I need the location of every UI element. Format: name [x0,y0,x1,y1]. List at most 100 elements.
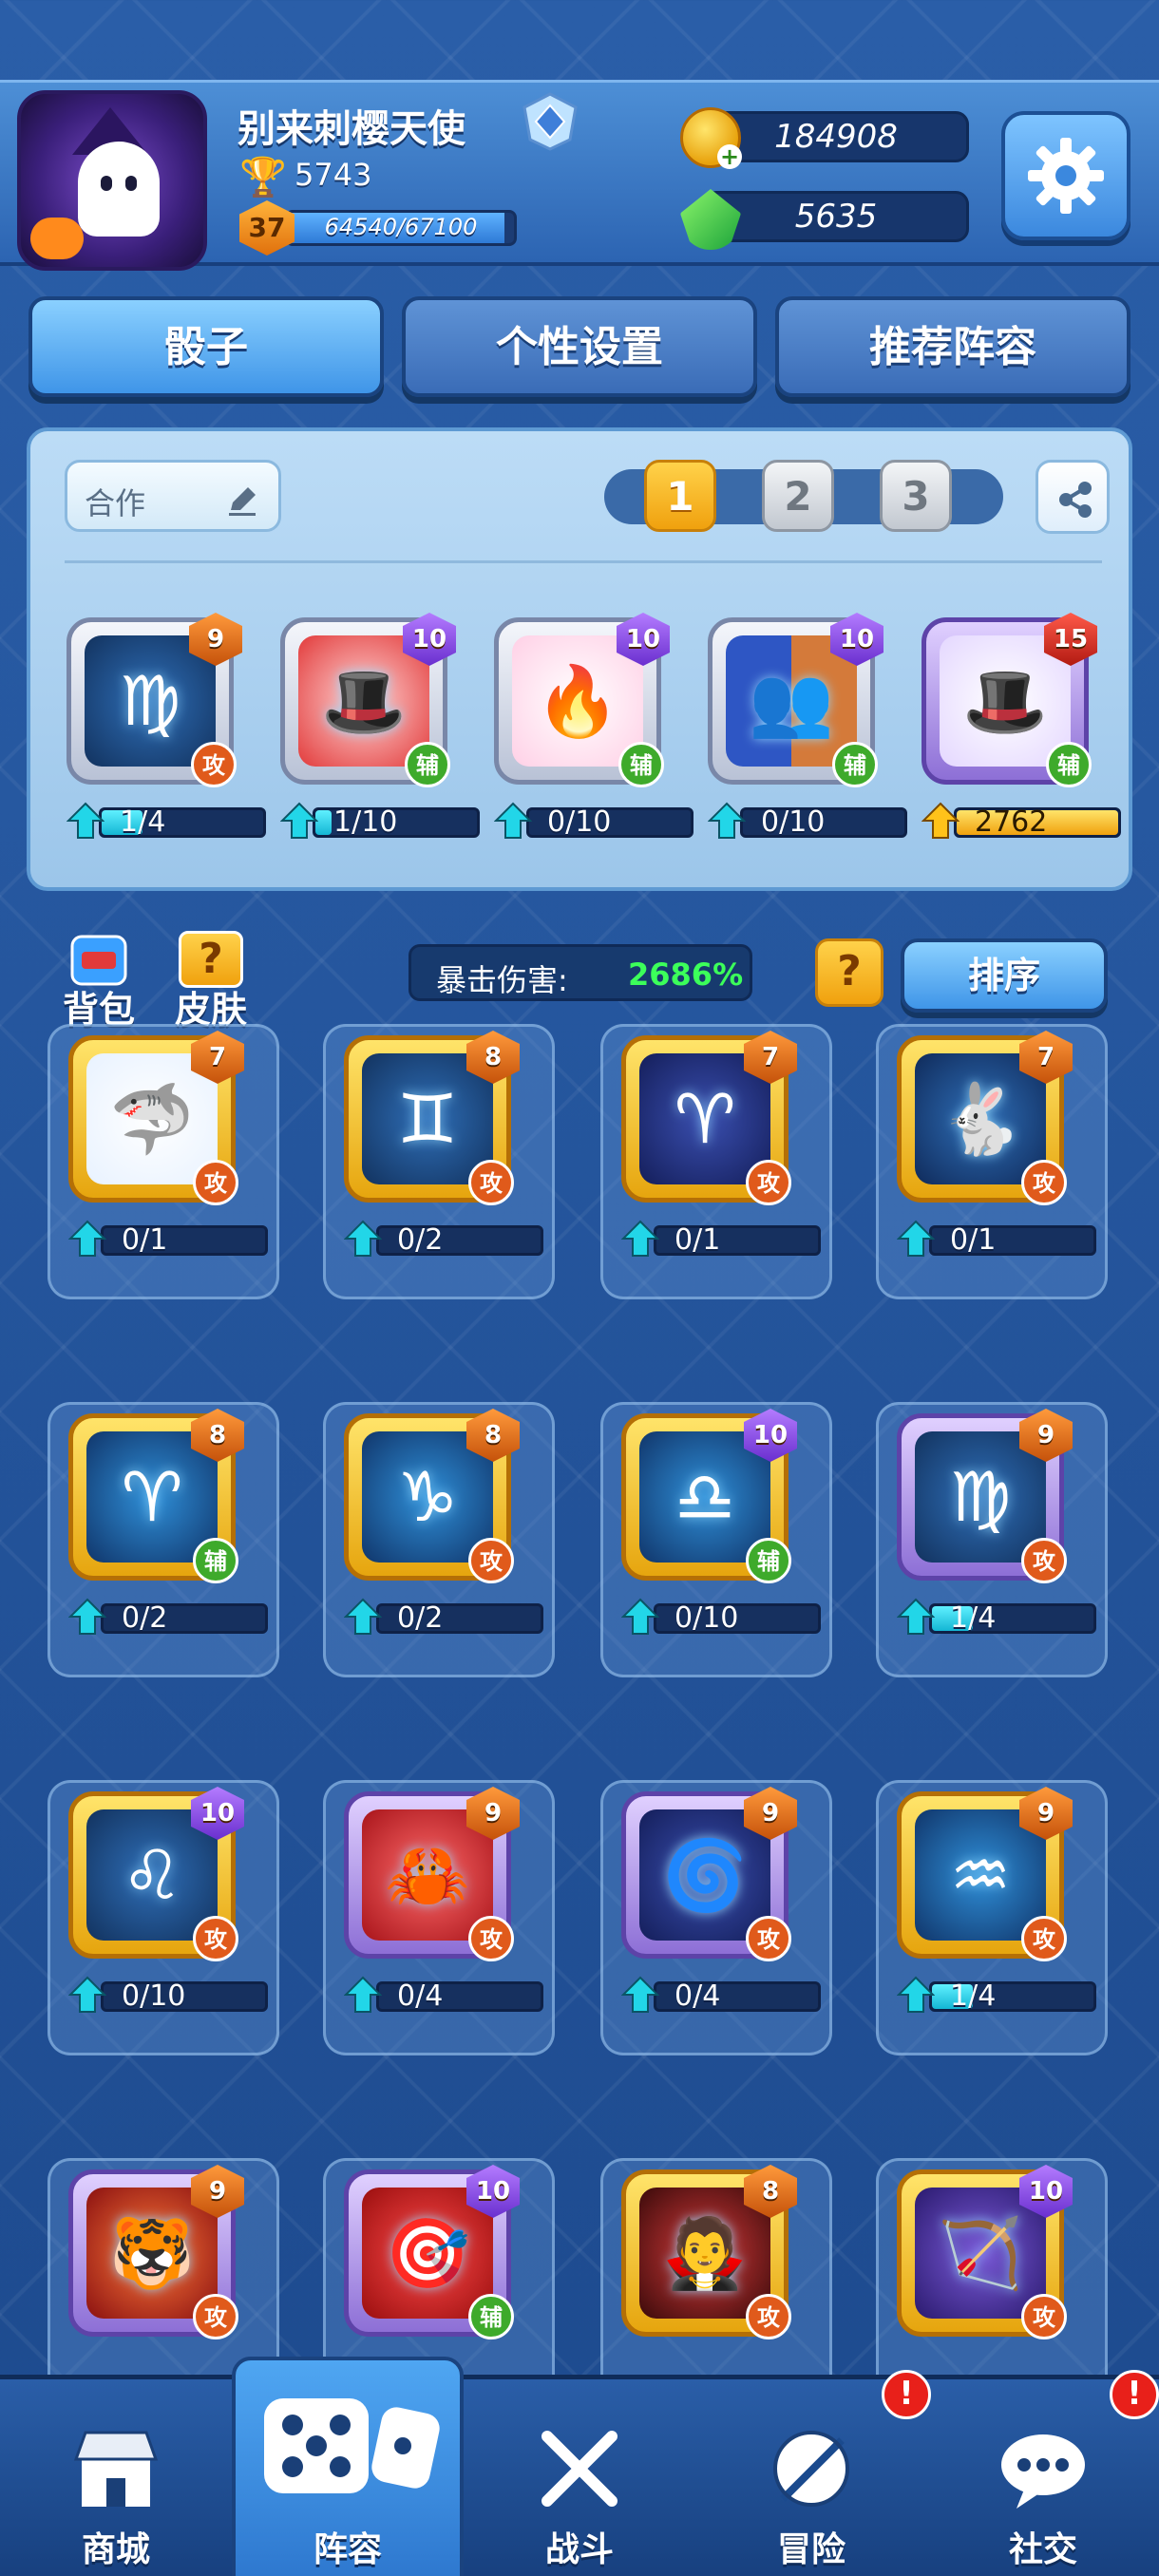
upgrade-progress: 0/4 [621,1976,821,2014]
dice-card[interactable]: ♊ 8 攻 0/2 [344,1031,543,1258]
deck-card[interactable]: 🎩 15 辅 2762 [922,613,1121,840]
deck-page-1[interactable]: 1 [644,460,716,532]
virgo-icon: ♍ [949,1457,1012,1537]
dice-card[interactable]: 🏹 10 攻 [897,2165,1083,2339]
bag-button[interactable]: 背包 [51,931,146,1031]
coin-icon[interactable]: + [680,107,742,169]
tab-dice[interactable]: 骰子 [28,296,384,397]
dice-card[interactable]: ♈ 8 辅 0/2 [68,1409,268,1636]
dice-role-badge: 攻 [193,1916,238,1961]
nav-shop[interactable]: 商城 [0,2379,232,2576]
deck-divider [65,560,1102,563]
upgrade-progress: 0/2 [68,1598,268,1636]
deck-name-field[interactable]: 合作 [65,460,281,532]
crit-damage-display: 暴击伤害: 2686% [408,944,752,1001]
upgrade-progress: 0/10 [708,802,907,840]
player-level-badge: 37 [239,200,294,256]
dice-icon [264,2398,440,2493]
rank-shield-icon[interactable] [521,92,580,151]
pencil-icon[interactable] [223,482,261,520]
dice-card[interactable]: ♍ 9 攻 1/4 [897,1409,1096,1636]
tab-recommended[interactable]: 推荐阵容 [775,296,1130,397]
dice-card[interactable]: ♑ 8 攻 0/2 [344,1409,543,1636]
tab-personalize[interactable]: 个性设置 [402,296,757,397]
deck-name-text: 合作 [85,485,146,521]
settings-button[interactable] [1001,111,1130,240]
upgrade-progress: 2762 [922,802,1121,840]
aries-icon: ♈ [674,1079,736,1159]
dice-card[interactable]: 🧛 8 攻 [621,2165,808,2339]
dice-card[interactable]: 🐯 9 攻 [68,2165,255,2339]
nav-social[interactable]: 社交 ! [927,2370,1159,2576]
top-hat-icon: 🎩 [321,660,407,741]
gemini-icon: ♊ [396,1079,459,1159]
backpack-icon [70,935,127,986]
shop-icon [73,2431,159,2507]
coin-counter: 184908 [703,111,969,162]
deck-card[interactable]: 🎩 10 辅 1/10 [280,613,480,840]
virgo-icon: ♍ [119,661,181,741]
deck-page-3[interactable]: 3 [880,460,952,532]
share-button[interactable] [1036,460,1110,534]
deck-card[interactable]: 🔥 10 辅 0/10 [494,613,694,840]
skin-button[interactable]: ? 皮肤 [163,931,258,1031]
dice-card[interactable]: ♎ 10 辅 0/10 [621,1409,821,1636]
dice-card[interactable]: 🦀 9 攻 0/4 [344,1787,543,2014]
trophy-count: 5743 [294,157,372,193]
dice-role-badge: 攻 [1021,1160,1067,1205]
deck-card[interactable]: 👥 10 辅 0/10 [708,613,907,840]
dice-frame: ♌ 10 攻 [68,1787,244,1961]
upgrade-progress: 0/2 [344,1598,543,1636]
upgrade-arrow-icon [897,1220,935,1257]
dice-frame: 🎩 10 辅 [280,613,456,787]
dice-card[interactable]: ♒ 9 攻 1/4 [897,1787,1096,2014]
sort-button[interactable]: 排序 [901,938,1108,1013]
dice-frame: 🏹 10 攻 [897,2165,1073,2339]
dice-frame: ♈ 7 攻 [621,1031,797,1205]
dice-card[interactable]: 🐇 7 攻 0/1 [897,1031,1096,1258]
dice-frame: 🐇 7 攻 [897,1031,1073,1205]
upgrade-arrow-icon [708,802,746,839]
notification-badge: ! [1110,2370,1159,2419]
dice-role-badge: 攻 [468,1916,514,1961]
magic-hat-icon: 🎩 [962,660,1048,741]
deck-card[interactable]: ♍ 9 攻 1/4 [66,613,266,840]
dice-card[interactable]: 🎯 10 辅 [344,2165,530,2339]
xp-text: 64540/67100 [324,214,478,240]
dice-card[interactable]: 🦈 7 攻 0/1 [68,1031,268,1258]
dice-frame: ♑ 8 攻 [344,1409,520,1583]
crossed-swords-icon [542,2431,618,2507]
dice-role-badge: 攻 [746,2294,791,2339]
dice-role-badge: 辅 [618,742,664,787]
dice-card[interactable]: ♈ 7 攻 0/1 [621,1031,821,1258]
add-coins-icon[interactable]: + [717,144,742,169]
nav-deck[interactable]: 阵容 [232,2357,464,2576]
upgrade-progress: 0/1 [621,1220,821,1258]
dice-role-badge: 攻 [193,2294,238,2339]
nav-adventure[interactable]: 冒险 ! [695,2370,931,2576]
aquarius-icon: ♒ [949,1835,1012,1915]
deck-page-2[interactable]: 2 [762,460,834,532]
crab-icon: 🦀 [385,1834,470,1915]
player-header: 别来刺樱天使 🏆 5743 64540/67100 37 184908 + 56… [0,80,1159,271]
dice-frame: ♈ 8 辅 [68,1409,244,1583]
dice-card[interactable]: ♌ 10 攻 0/10 [68,1787,268,2014]
upgrade-arrow-icon [621,1598,659,1635]
help-button[interactable]: ? [815,938,884,1007]
upgrade-arrow-icon [344,1976,382,2013]
dice-frame: 🦈 7 攻 [68,1031,244,1205]
player-avatar[interactable] [17,90,207,271]
shark-icon: 🦈 [109,1078,195,1159]
dice-frame: 🌀 9 攻 [621,1787,797,1961]
upgrade-arrow-icon [66,802,104,839]
dice-card[interactable]: 🌀 9 攻 0/4 [621,1787,821,2014]
nav-battle[interactable]: 战斗 [464,2379,695,2576]
dice-role-badge: 攻 [1021,1538,1067,1583]
fire-altar-icon: 🔥 [535,660,620,741]
dice-frame: ♊ 8 攻 [344,1031,520,1205]
archer-icon: 🏹 [938,2212,1023,2293]
dice-frame: ♎ 10 辅 [621,1409,797,1583]
dice-frame: ♍ 9 攻 [66,613,242,787]
dice-frame: 🔥 10 辅 [494,613,670,787]
upgrade-progress: 0/4 [344,1976,543,2014]
